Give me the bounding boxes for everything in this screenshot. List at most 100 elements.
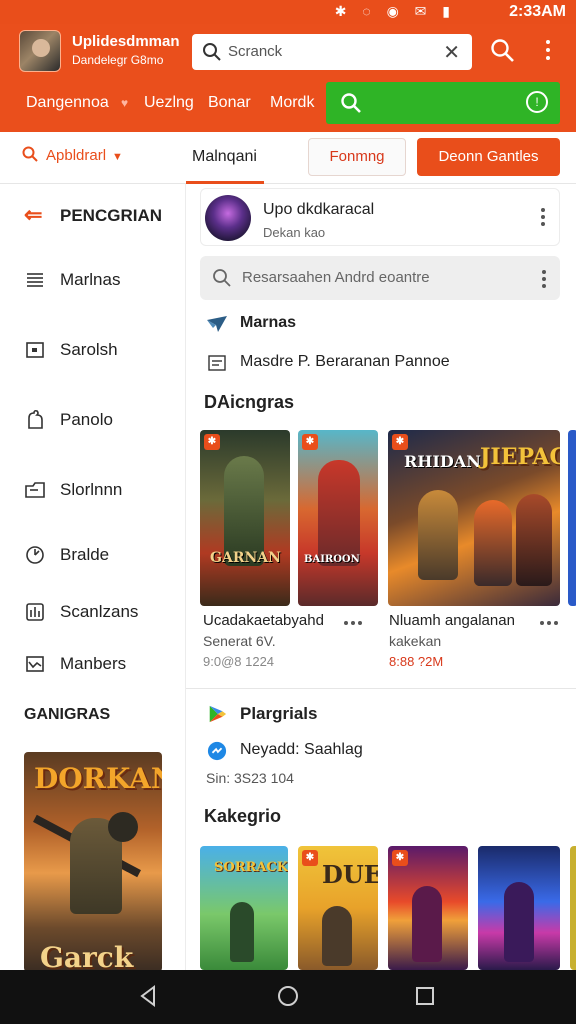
game-title[interactable]: Ucadakaetabyahd <box>203 612 324 629</box>
recents-icon[interactable] <box>414 984 436 1008</box>
heart-icon: ♥ <box>121 96 129 110</box>
game-cover[interactable]: ✱ RHIDAN JIEPAC <box>388 430 560 606</box>
sidebar-item-5[interactable]: Bralde <box>24 541 174 571</box>
search-placeholder: Resarsaahen Andrd eoantre <box>242 269 430 286</box>
game-cover-partial[interactable] <box>568 430 576 606</box>
game-title[interactable]: Nluamh angalanan <box>389 612 515 629</box>
nav-item-3[interactable]: Bonar <box>208 94 251 112</box>
more-icon[interactable] <box>540 267 548 289</box>
sidebar-item-2[interactable]: Sarolsh <box>24 336 174 366</box>
cover-title: GARNAN <box>210 550 281 566</box>
profile-name: Upo dkdkaracal <box>263 201 375 218</box>
cover-art <box>418 490 458 580</box>
square-icon <box>26 342 44 358</box>
nav-item-4[interactable]: Mordk <box>270 94 314 112</box>
info-row: Sin: 3S23 104 <box>206 768 556 792</box>
sidebar-item-7[interactable]: Manbers <box>24 650 174 680</box>
sidebar-item-label: Marlnas <box>60 270 121 289</box>
chevron-down-icon: ▼ <box>112 151 123 163</box>
profile-avatar <box>205 195 251 241</box>
search-icon <box>213 269 231 287</box>
game-tile[interactable]: ✱ DUE <box>298 846 378 970</box>
play-store-icon <box>209 705 227 723</box>
info-row[interactable]: Neyadd: Saahlag <box>206 739 556 763</box>
sidebar: ⇐ PENCGRIAN Marlnas Sarolsh Panolo Slorl… <box>0 184 186 972</box>
search-input[interactable]: Scranck ✕ <box>192 34 472 70</box>
poster-art <box>108 812 138 842</box>
game-meta: 8:88 ?2M <box>389 654 444 669</box>
tile-title: SORRACK <box>214 860 288 875</box>
section-header-1: Marnas <box>206 312 556 336</box>
sidebar-header-label: PENCGRIAN <box>60 206 163 225</box>
app-subtitle: Dandelegr G8mo <box>72 53 164 67</box>
profile-card[interactable]: Upo dkdkaracal Dekan kao <box>200 188 560 246</box>
sidebar-item-4[interactable]: Slorlnnn <box>24 476 174 506</box>
game-subtitle: Senerat 6V. <box>203 633 276 649</box>
section-title: Kakegrio <box>204 806 282 826</box>
tab-active[interactable]: Malnqani <box>186 132 264 184</box>
tile-art <box>412 886 442 962</box>
tile-art <box>230 902 254 962</box>
outline-button[interactable]: Fonmng <box>308 138 406 176</box>
back-icon[interactable] <box>138 984 158 1008</box>
primary-button[interactable]: Deonn Gantles <box>417 138 560 176</box>
badge-icon: ✱ <box>302 434 318 450</box>
trend-icon <box>26 656 44 672</box>
green-search-bar[interactable]: ! <box>326 82 560 124</box>
game-tile[interactable]: ✱ <box>388 846 468 970</box>
cover-art <box>516 494 552 586</box>
info-row-label: Neyadd: Saahlag <box>240 741 363 758</box>
status-time: 2:33AM <box>509 3 566 20</box>
avatar[interactable] <box>19 30 61 72</box>
nav-item-1[interactable]: Dangennoa <box>26 94 109 112</box>
sidebar-item-label: Scanlzans <box>60 602 139 621</box>
app-header: Uplidesdmman Dandelegr G8mo Scranck ✕ Da… <box>0 24 576 132</box>
more-icon[interactable] <box>539 619 561 627</box>
content-search-input[interactable]: Resarsaahen Andrd eoantre <box>200 256 560 300</box>
filter-dropdown[interactable]: Apbldrarl ▼ <box>22 146 123 164</box>
sidebar-item-6[interactable]: Scanlzans <box>24 598 174 628</box>
messenger-icon <box>207 741 227 761</box>
sidebar-item-label: Bralde <box>60 545 110 564</box>
main-content: Upo dkdkaracal Dekan kao Resarsaahen And… <box>186 184 576 970</box>
sidebar-item-label: Panolo <box>60 410 113 429</box>
cover-art <box>318 460 360 566</box>
divider <box>186 688 576 689</box>
nav-item-2[interactable]: Uezlng <box>144 94 194 112</box>
game-tile[interactable] <box>478 846 560 970</box>
info-row[interactable]: Masdre P. Beraranan Pannoe <box>206 351 556 375</box>
search-icon[interactable] <box>490 38 516 64</box>
tile-title: DUE <box>322 860 378 889</box>
home-icon[interactable] <box>276 984 300 1008</box>
more-icon[interactable] <box>343 619 365 627</box>
chart-icon <box>26 603 44 621</box>
game-meta: 9:0@8 1224 <box>203 654 275 669</box>
mic-icon[interactable]: ! <box>526 91 548 113</box>
sidebar-item-3[interactable]: Panolo <box>24 406 174 436</box>
profile-sub: Dekan kao <box>263 225 326 240</box>
filter-label: Apbldrarl <box>46 147 107 164</box>
game-cover[interactable]: ✱ GARNAN <box>200 430 290 606</box>
more-icon[interactable] <box>539 205 547 227</box>
info-row-label: Sin: 3S23 104 <box>206 770 294 786</box>
sidebar-item-1[interactable]: Marlnas <box>24 266 174 296</box>
tab-active-label: Malnqani <box>192 148 257 165</box>
status-bar: ✱ ◌ ◉ ✉ ▮ 2:33AM <box>0 0 576 24</box>
badge-icon: ✱ <box>392 850 408 866</box>
clear-icon[interactable]: ✕ <box>443 40 460 65</box>
game-subtitle: kakekan <box>389 633 442 649</box>
poster-subtitle: Garck <box>40 941 134 972</box>
game-cover[interactable]: ✱ BAIROON <box>298 430 378 606</box>
info-row-label: Masdre P. Beraranan Pannoe <box>240 353 450 370</box>
more-icon[interactable] <box>540 36 556 66</box>
cover-art <box>474 500 512 586</box>
sidebar-item-label: Manbers <box>60 654 127 673</box>
game-tile[interactable]: SORRACK <box>200 846 288 970</box>
folder-icon <box>25 482 45 498</box>
status-icons: ✱ ◌ ◉ ✉ ▮ <box>334 3 456 19</box>
back-arrow-icon: ⇐ <box>24 202 43 227</box>
section-title: Marnas <box>240 314 297 331</box>
game-tile-partial[interactable] <box>570 846 576 970</box>
badge-icon: ✱ <box>302 850 318 866</box>
featured-poster[interactable]: DORKAN Garck <box>24 752 162 972</box>
